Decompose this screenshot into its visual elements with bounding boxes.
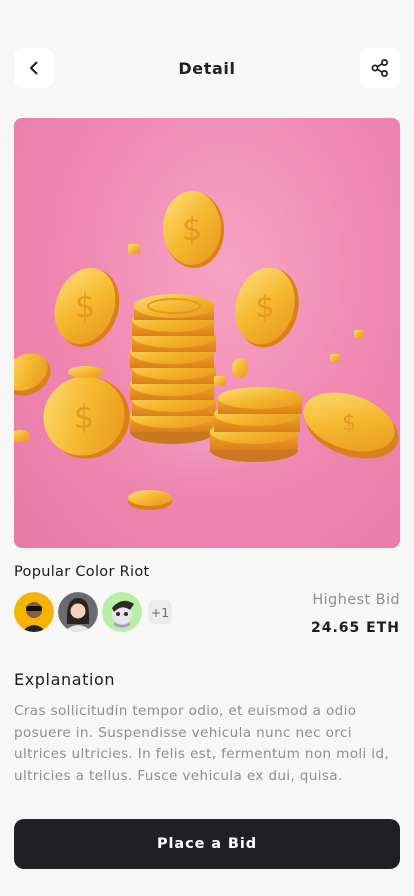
explanation-text: Cras sollicitudin tempor odio, et euismo… bbox=[14, 703, 390, 784]
svg-text:$: $ bbox=[255, 290, 274, 325]
highest-bid-label: Highest Bid bbox=[312, 592, 400, 608]
item-title: Popular Color Riot bbox=[14, 564, 150, 580]
more-owners-count[interactable]: +1 bbox=[148, 600, 172, 624]
highest-bid-value: 24.65 ETH bbox=[311, 620, 400, 636]
header-bar: Detail bbox=[14, 48, 400, 88]
share-icon bbox=[371, 59, 388, 77]
svg-text:$: $ bbox=[75, 287, 95, 325]
nft-artwork-image[interactable]: $ $ $ $ $ bbox=[14, 118, 400, 548]
svg-text:$: $ bbox=[182, 210, 202, 248]
item-info-row: Popular Color Riot +1 Highest Bid 24.65 … bbox=[14, 562, 400, 642]
chevron-left-icon bbox=[30, 61, 38, 75]
svg-text:$: $ bbox=[342, 411, 356, 436]
svg-text:$: $ bbox=[74, 398, 94, 436]
share-button[interactable] bbox=[360, 48, 400, 88]
avatar[interactable] bbox=[58, 592, 98, 632]
avatar[interactable] bbox=[102, 592, 142, 632]
back-button[interactable] bbox=[14, 48, 54, 88]
gold-coins-illustration: $ $ $ $ $ bbox=[14, 191, 400, 518]
explanation-title: Explanation bbox=[14, 670, 116, 689]
avatar[interactable] bbox=[14, 592, 54, 632]
page-title: Detail bbox=[178, 58, 236, 78]
place-bid-button[interactable]: Place a Bid bbox=[14, 819, 400, 869]
owner-avatars[interactable]: +1 bbox=[14, 592, 172, 632]
